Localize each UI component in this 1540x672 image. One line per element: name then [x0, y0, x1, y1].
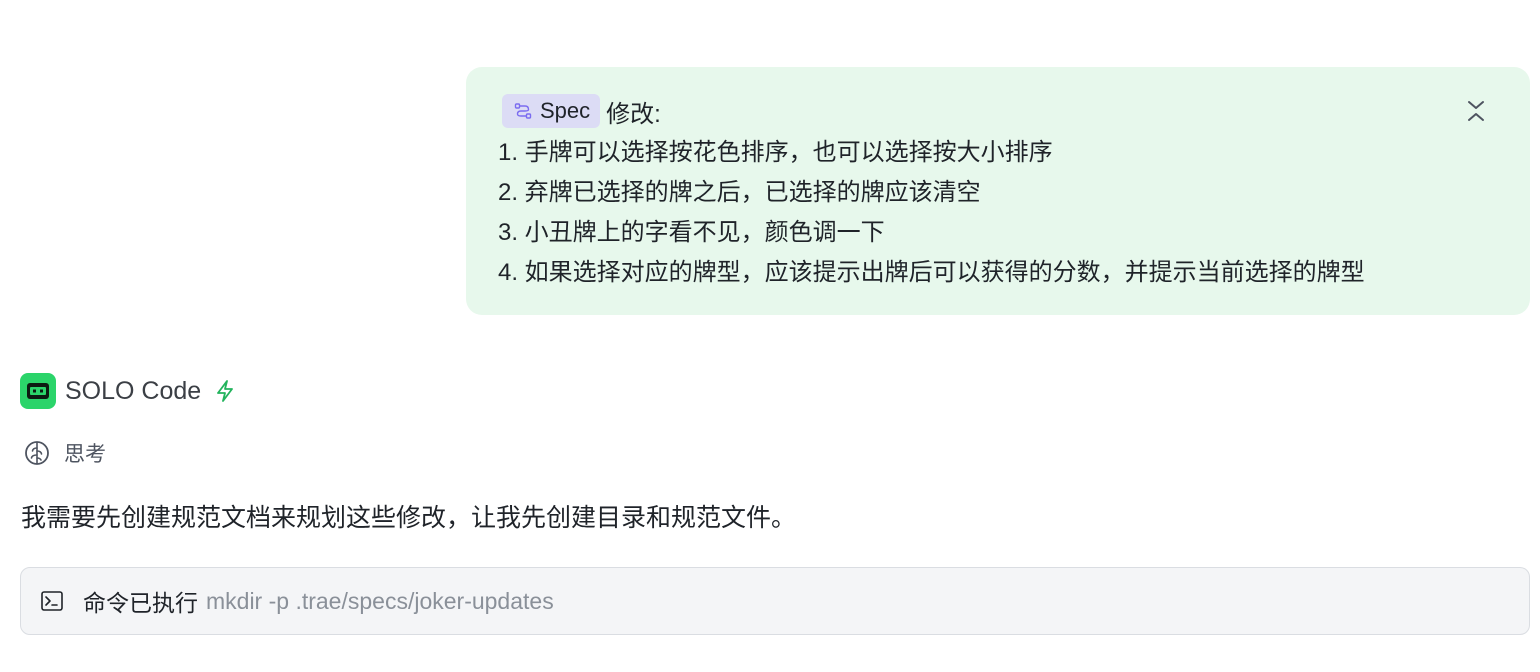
- brain-icon: [25, 441, 49, 465]
- command-block[interactable]: 命令已执行 mkdir -p .trae/specs/joker-updates: [20, 567, 1530, 635]
- list-item: 4. 如果选择对应的牌型，应该提示出牌后可以获得的分数，并提示当前选择的牌型: [498, 259, 1365, 286]
- assistant-message: 我需要先创建规范文档来规划这些修改，让我先创建目录和规范文件。: [21, 504, 797, 532]
- spec-chip[interactable]: Spec: [502, 94, 601, 128]
- assistant-name: SOLO Code: [65, 376, 202, 405]
- list-item: 2. 弃牌已选择的牌之后，已选择的牌应该清空: [498, 179, 981, 206]
- collapse-icon[interactable]: [1464, 97, 1488, 125]
- list-item: 3. 小丑牌上的字看不见，颜色调一下: [498, 219, 885, 246]
- user-message-bubble: Spec 修改: 1. 手牌可以选择按花色排序，也可以选择按大小排序 2. 弃牌…: [466, 67, 1530, 315]
- bolt-icon: [217, 380, 234, 402]
- assistant-header: SOLO Code: [20, 373, 235, 409]
- avatar: [20, 373, 56, 409]
- chat-page: Spec 修改: 1. 手牌可以选择按花色排序，也可以选择按大小排序 2. 弃牌…: [0, 0, 1540, 672]
- thinking-toggle[interactable]: 思考: [24, 439, 106, 467]
- spec-suffix: 修改:: [606, 100, 661, 128]
- spec-icon: [514, 103, 532, 119]
- terminal-icon: [41, 591, 63, 611]
- command-status: 命令已执行: [83, 590, 198, 616]
- spec-header: Spec 修改:: [502, 93, 1498, 129]
- command-text: mkdir -p .trae/specs/joker-updates: [206, 587, 554, 614]
- solo-logo-icon: [27, 383, 49, 399]
- request-items: 1. 手牌可以选择按花色排序，也可以选择按大小排序 2. 弃牌已选择的牌之后，已…: [498, 133, 1498, 293]
- thinking-label: 思考: [64, 443, 106, 466]
- spec-chip-label: Spec: [540, 98, 591, 123]
- list-item: 1. 手牌可以选择按花色排序，也可以选择按大小排序: [498, 139, 1053, 166]
